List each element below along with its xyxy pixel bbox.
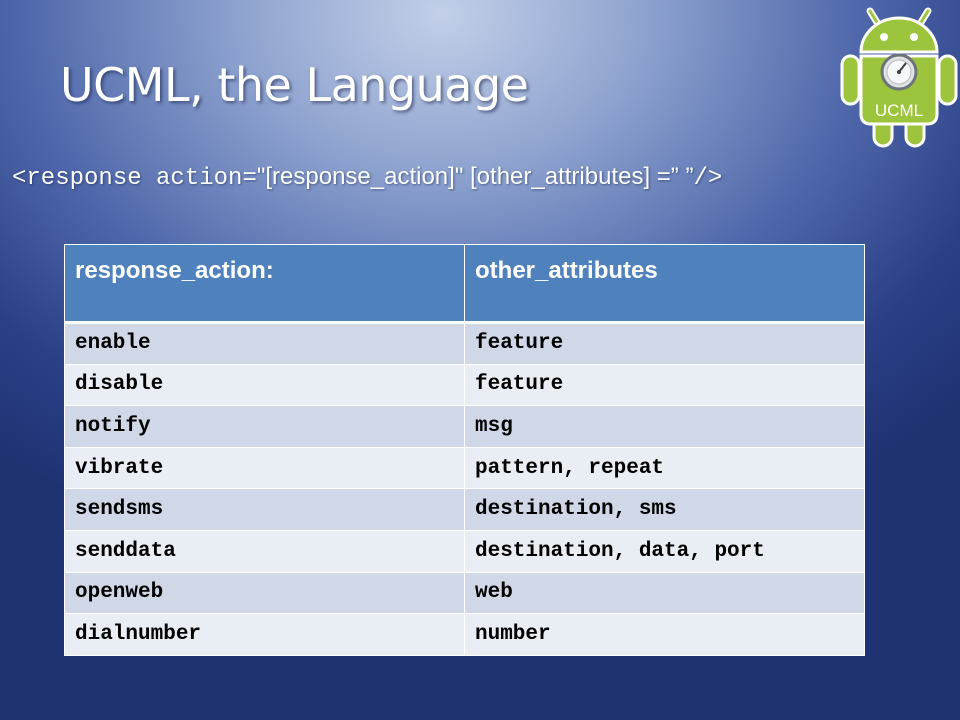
other-attributes-cell: number (464, 613, 865, 656)
other-attributes-cell: pattern, repeat (464, 446, 865, 490)
response-action-cell: openweb (64, 571, 465, 615)
response-action-cell: dialnumber (64, 613, 465, 656)
response-action-cell: disable (64, 363, 465, 407)
table-row: enable feature (64, 322, 865, 365)
android-robot-gauge-icon (840, 7, 958, 148)
other-attributes-cell: destination, data, port (464, 529, 865, 573)
slide-title: UCML, the Language (60, 58, 529, 112)
logo-label: UCML (875, 101, 923, 120)
table-row: senddata destination, data, port (64, 529, 865, 573)
table-row: openweb web (64, 571, 865, 615)
syntax-tag-open: <response action= (12, 165, 257, 192)
other-attributes-cell: msg (464, 405, 865, 448)
header-other-attributes: other_attributes (464, 244, 865, 324)
table-row: vibrate pattern, repeat (64, 446, 865, 490)
other-attributes-cell: destination, sms (464, 488, 865, 531)
other-attributes-cell: feature (464, 363, 865, 407)
header-response-action: response_action: (64, 244, 465, 324)
table-row: disable feature (64, 363, 865, 407)
table-row: sendsms destination, sms (64, 488, 865, 531)
syntax-tag-close: /> (693, 165, 723, 192)
other-attributes-cell: web (464, 571, 865, 615)
ucml-android-logo: UCML (840, 7, 958, 148)
response-actions-table: response_action: other_attributes enable… (64, 244, 865, 656)
response-action-cell: senddata (64, 529, 465, 573)
table-row: dialnumber number (64, 613, 865, 656)
syntax-line: <response action="[response_action]" [ot… (12, 160, 722, 195)
syntax-attributes: "[response_action]" [other_attributes] =… (256, 163, 694, 190)
response-action-cell: sendsms (64, 488, 465, 531)
response-action-cell: enable (64, 322, 465, 365)
table-row: notify msg (64, 405, 865, 448)
other-attributes-cell: feature (464, 322, 865, 365)
table-header-row: response_action: other_attributes (64, 244, 865, 324)
response-action-cell: vibrate (64, 446, 465, 490)
response-action-cell: notify (64, 405, 465, 448)
